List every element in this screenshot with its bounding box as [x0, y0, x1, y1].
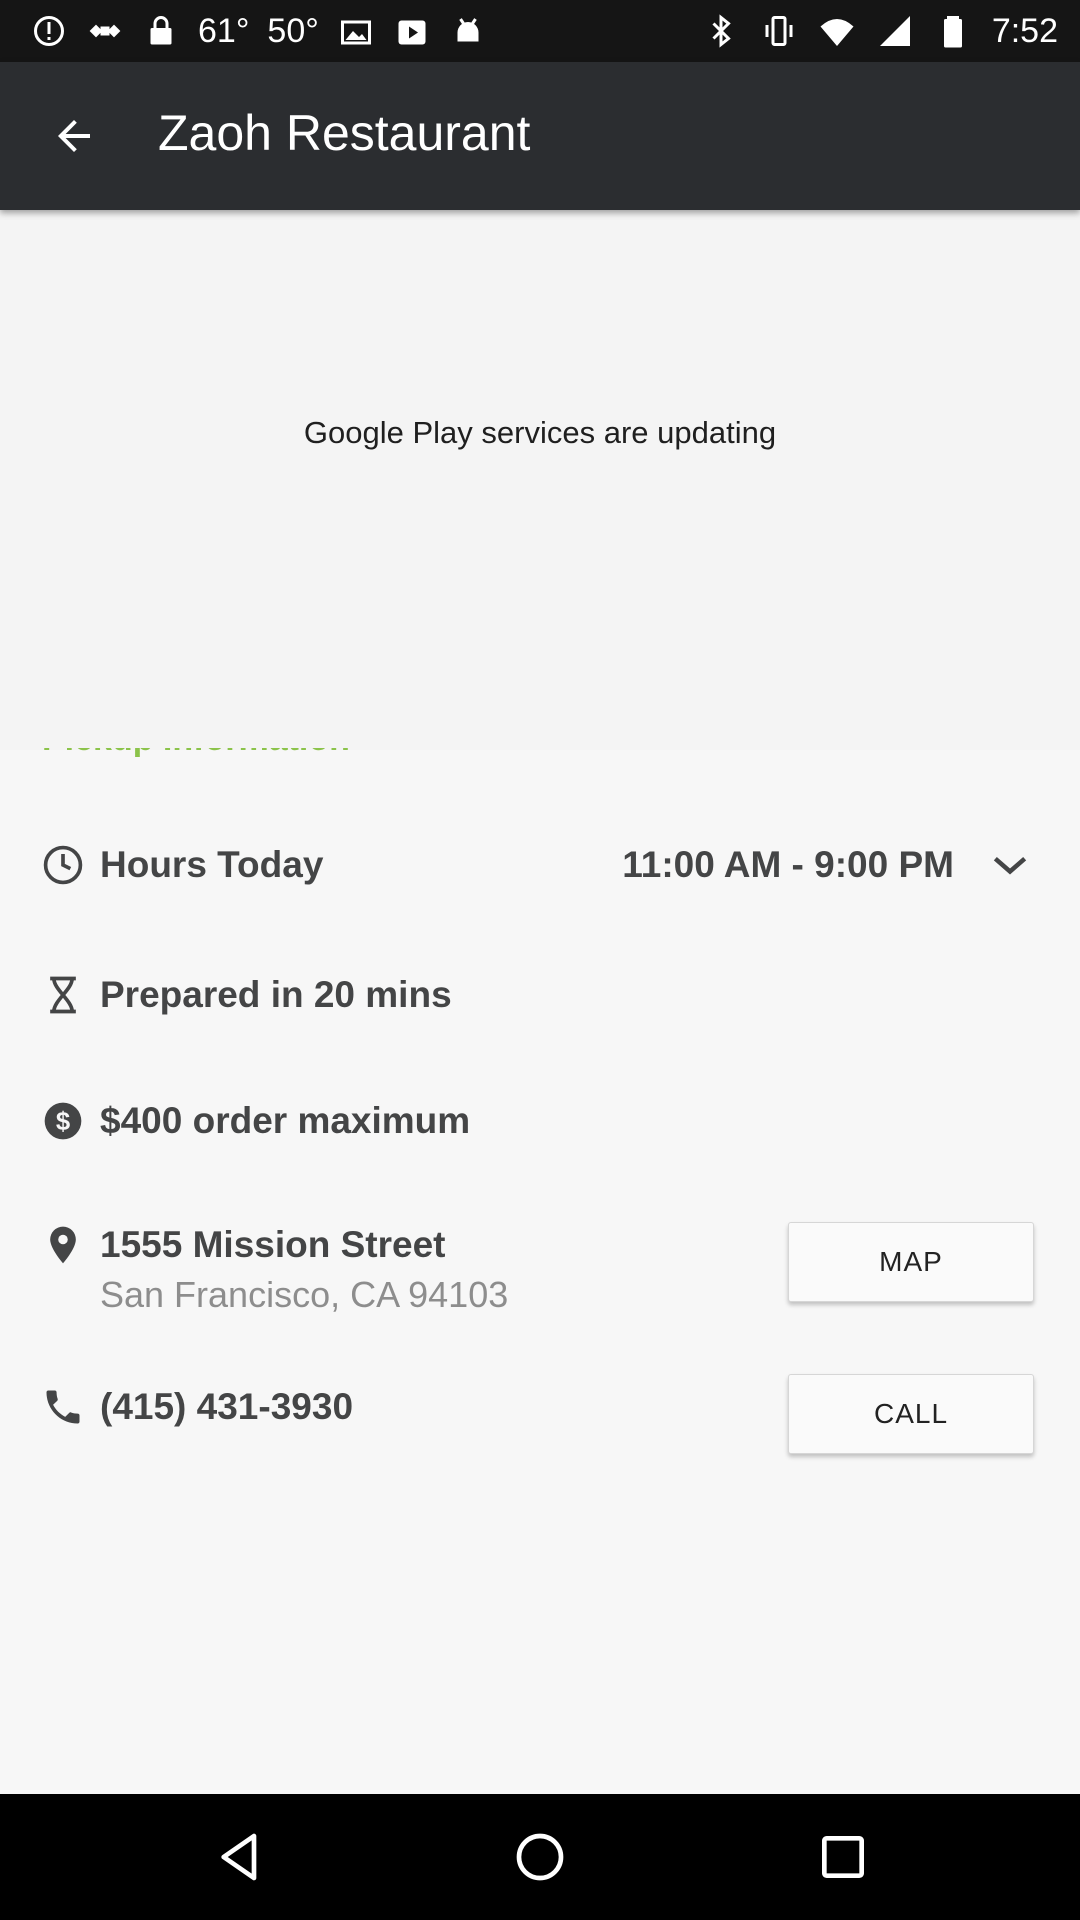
nav-home-button[interactable]: [510, 1827, 570, 1887]
phone-row: (415) 431-3930 CALL: [0, 1372, 1080, 1462]
triangle-back-icon: [221, 1833, 257, 1881]
nav-recents-button[interactable]: [813, 1827, 873, 1887]
page-title: Zaoh Restaurant: [158, 105, 531, 161]
play-store-icon: [393, 12, 431, 50]
android-icon: [449, 12, 487, 50]
lock-icon: [142, 12, 180, 50]
hours-value: 11:00 AM - 9:00 PM: [622, 844, 954, 885]
circle-home-icon: [516, 1833, 564, 1881]
map-banner: Google Play services are updating: [0, 210, 1080, 750]
hourglass-icon: [40, 972, 86, 1018]
money-icon: $: [40, 1098, 86, 1144]
navigation-bar: [0, 1794, 1080, 1920]
map-button[interactable]: MAP: [788, 1222, 1034, 1302]
status-left-icons: 61° 50°: [30, 8, 487, 54]
hours-row[interactable]: Hours Today 11:00 AM - 9:00 PM: [0, 830, 1080, 900]
banner-overlap: [0, 690, 1080, 748]
location-pin-icon: [40, 1222, 86, 1268]
address-row: 1555 Mission Street San Francisco, CA 94…: [0, 1210, 1080, 1320]
order-max-row: $ $400 order maximum: [0, 1086, 1080, 1156]
signal-icon: [876, 12, 914, 50]
alert-icon: [30, 12, 68, 50]
chevron-down-icon[interactable]: [988, 844, 1032, 888]
play-services-message: Google Play services are updating: [303, 415, 777, 450]
image-icon: [337, 12, 375, 50]
address-line1: 1555 Mission Street: [100, 1224, 446, 1265]
temperature-1: 61°: [198, 11, 250, 50]
clock: 7:52: [991, 11, 1058, 50]
wifi-icon: [818, 12, 856, 50]
app-bar: Zaoh Restaurant: [0, 62, 1080, 210]
temperature-2: 50°: [267, 11, 319, 50]
battery-icon: [934, 12, 972, 50]
back-button[interactable]: [40, 102, 108, 170]
hours-label: Hours Today: [100, 844, 324, 885]
arrow-back-icon: [58, 120, 90, 152]
restaurant-content: Google Play services are updating Pickup…: [0, 210, 1080, 1794]
call-button[interactable]: CALL: [788, 1374, 1034, 1454]
bluetooth-icon: [702, 12, 740, 50]
phone-icon: [40, 1384, 86, 1430]
square-recents-icon: [822, 1836, 864, 1878]
fake-gps-icon: [86, 12, 124, 50]
nav-back-button[interactable]: [210, 1827, 270, 1887]
phone-number: (415) 431-3930: [100, 1386, 354, 1427]
address-line2: San Francisco, CA 94103: [100, 1274, 509, 1315]
vibrate-icon: [760, 12, 798, 50]
status-right-icons: 7:52: [702, 8, 1058, 54]
order-max-text: $400 order maximum: [100, 1100, 471, 1141]
prep-time-text: Prepared in 20 mins: [100, 974, 452, 1015]
status-bar: 61° 50° 7:52: [0, 0, 1080, 62]
clock-icon: [40, 842, 86, 888]
prep-time-row: Prepared in 20 mins: [0, 960, 1080, 1030]
svg-text:$: $: [56, 1108, 70, 1136]
